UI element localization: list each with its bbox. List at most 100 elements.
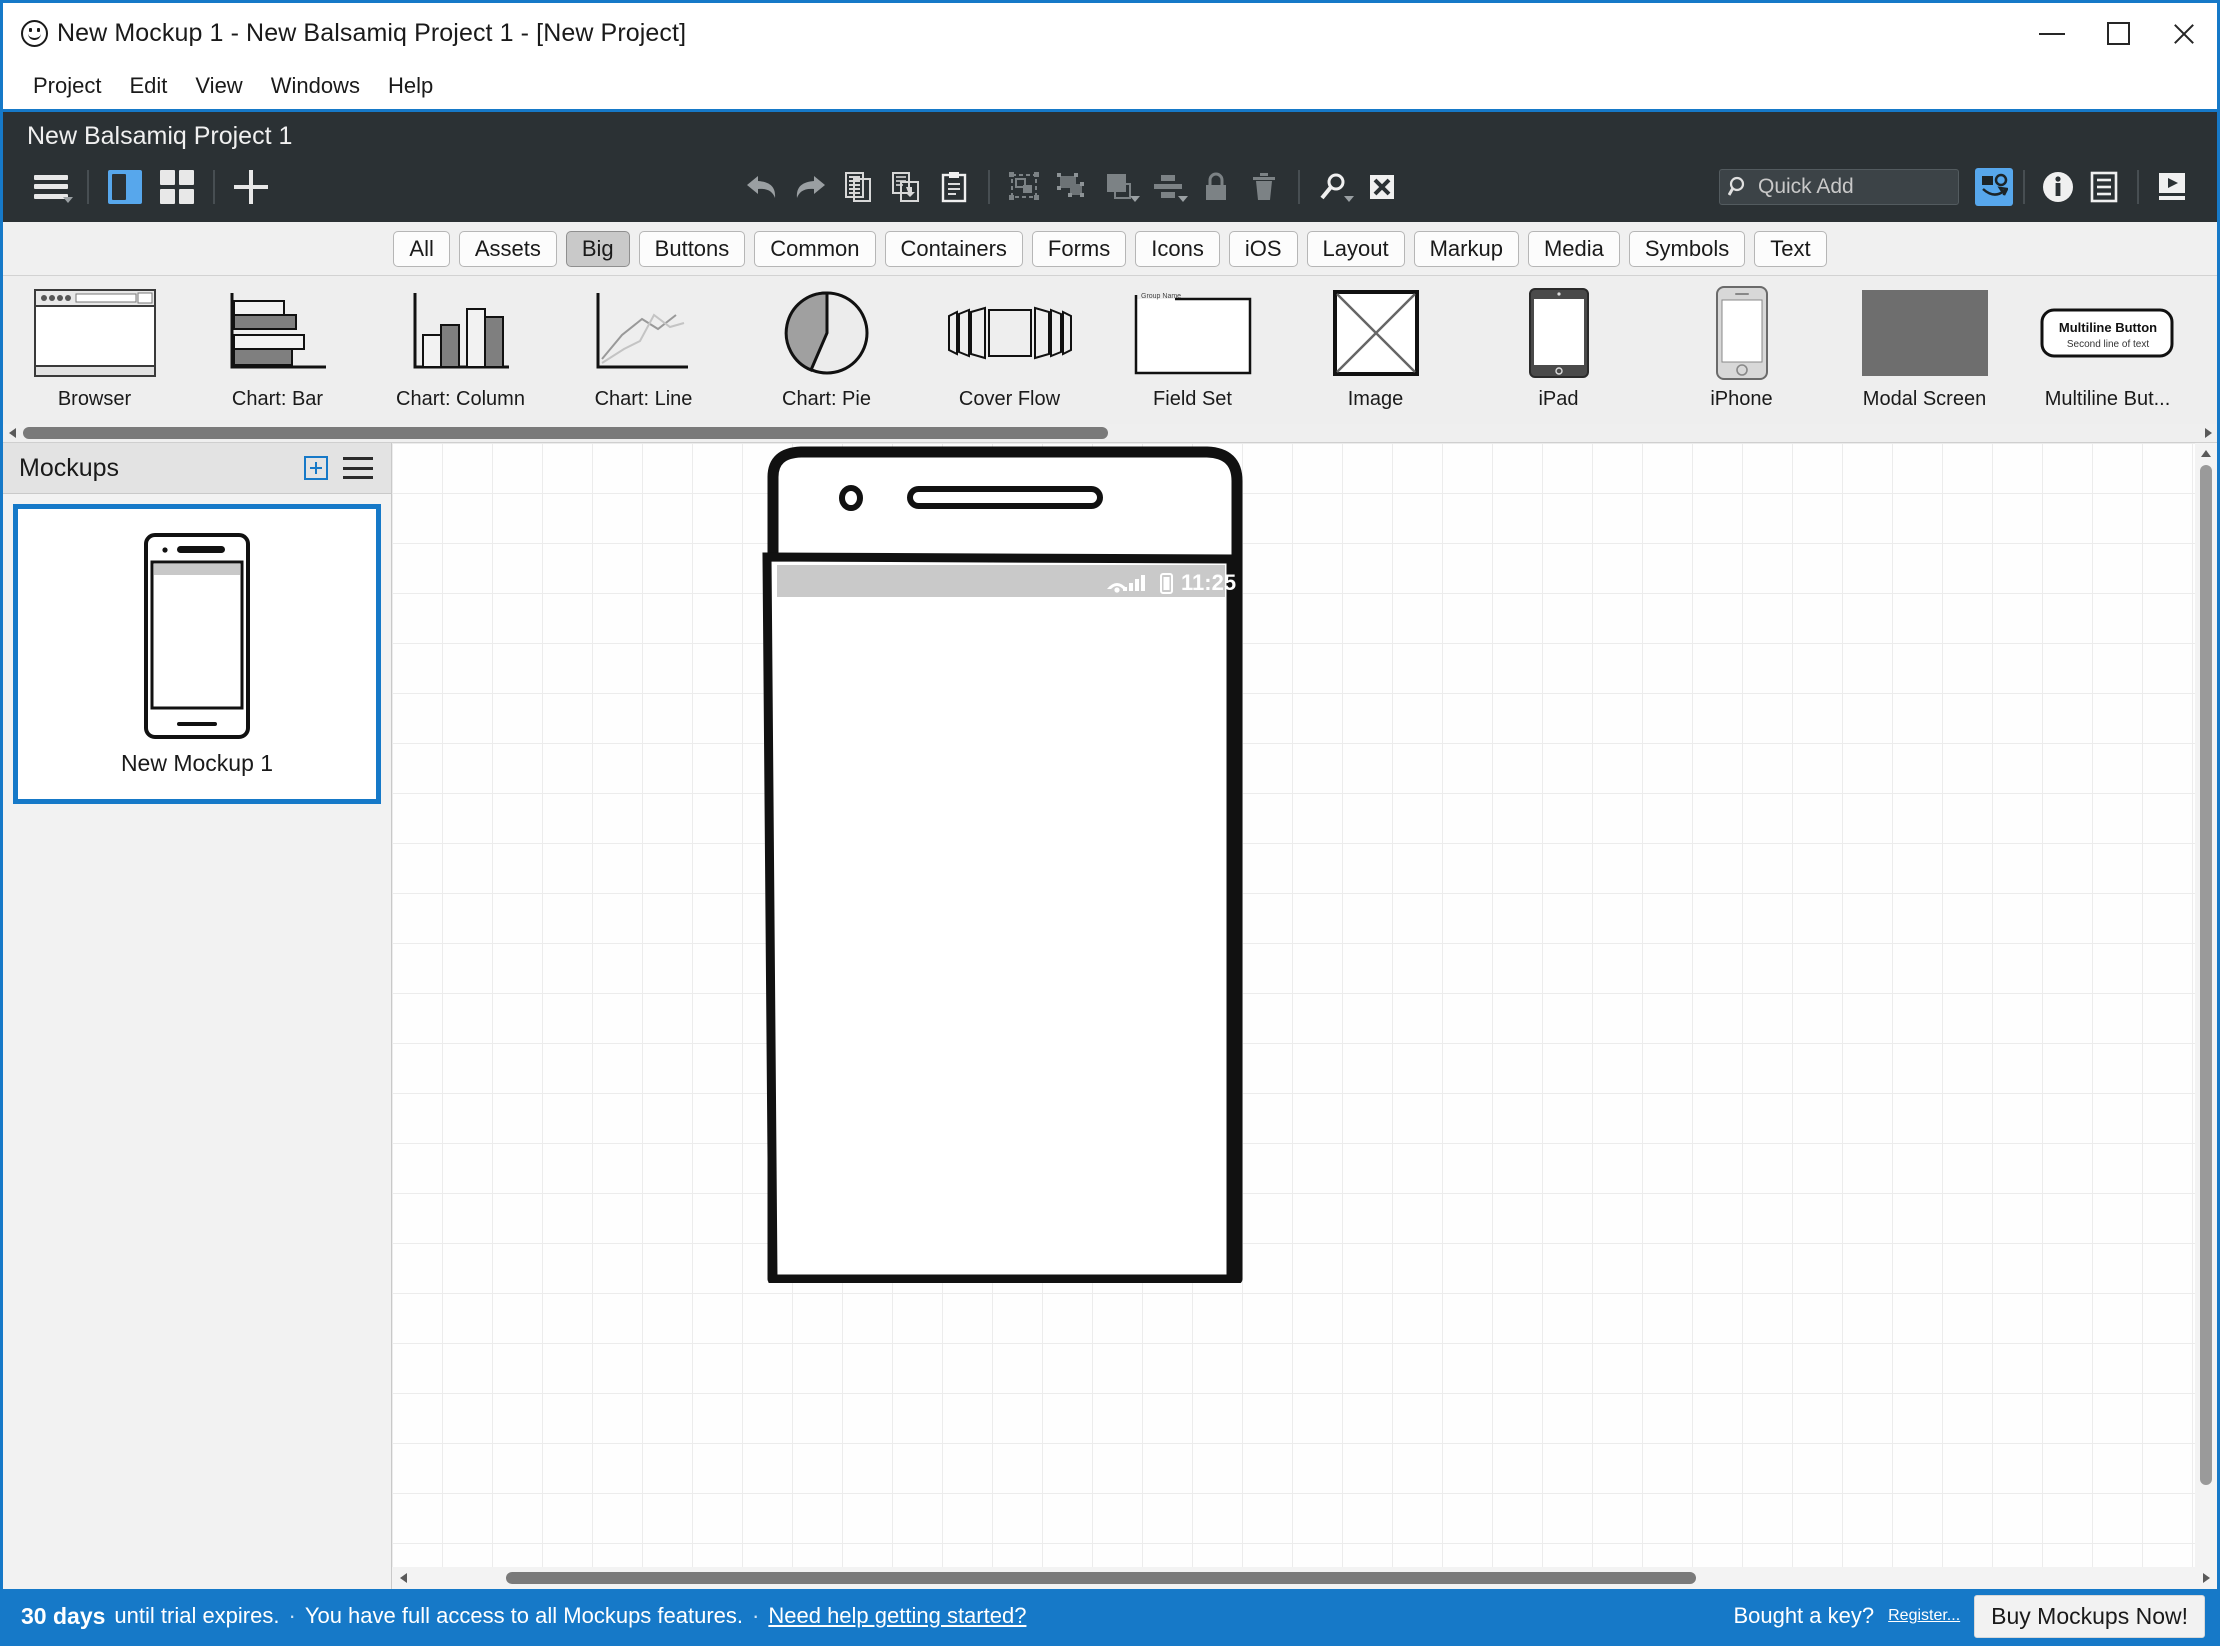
palette-label: Chart: Bar bbox=[231, 388, 324, 410]
canvas-scroll-left-arrow[interactable] bbox=[392, 1567, 414, 1589]
panel-toggle-icon[interactable] bbox=[99, 163, 151, 211]
palette-label: Chart: Line bbox=[594, 388, 693, 410]
main-toolbar: New Balsamiq Project 1 bbox=[3, 109, 2217, 222]
pie-chart-widget-icon bbox=[757, 284, 897, 382]
menu-item-windows[interactable]: Windows bbox=[257, 69, 374, 103]
palette-scroll-thumb[interactable] bbox=[23, 427, 1108, 439]
maximize-icon bbox=[2106, 22, 2130, 45]
menu-item-view[interactable]: View bbox=[181, 69, 256, 103]
menu-item-edit[interactable]: Edit bbox=[115, 69, 181, 103]
grid-view-icon[interactable] bbox=[151, 163, 203, 211]
buy-mockups-button[interactable]: Buy Mockups Now! bbox=[1974, 1594, 2205, 1638]
palette-item-ipad[interactable]: iPad bbox=[1467, 284, 1650, 411]
tab-layout[interactable]: Layout bbox=[1306, 230, 1405, 267]
palette-item-chart-bar[interactable]: Chart: Bar bbox=[186, 284, 369, 411]
palette-item-browser[interactable]: Browser bbox=[3, 284, 186, 411]
tab-buttons[interactable]: Buttons bbox=[638, 230, 746, 267]
canvas-vertical-scrollbar[interactable] bbox=[2195, 443, 2217, 1567]
add-mockup-icon[interactable] bbox=[299, 451, 333, 485]
toolbar-divider bbox=[87, 169, 89, 204]
maximize-button[interactable] bbox=[2085, 3, 2151, 64]
mockup-list-menu-icon[interactable] bbox=[341, 451, 375, 485]
palette-item-multiline-button[interactable]: Multiline Button Second line of text Mul… bbox=[2016, 284, 2199, 411]
widget-palette: Browser Chart: Bar Chart: Column Chart: … bbox=[3, 276, 2217, 443]
palette-item-image[interactable]: Image bbox=[1284, 284, 1467, 411]
layer-order-icon[interactable] bbox=[1096, 164, 1144, 210]
tab-symbols[interactable]: Symbols bbox=[1628, 230, 1746, 267]
palette-item-chart-line[interactable]: Chart: Line bbox=[552, 284, 735, 411]
quick-add-container[interactable] bbox=[1719, 168, 1959, 205]
tab-common[interactable]: Common bbox=[754, 230, 876, 267]
canvas-hscroll-thumb[interactable] bbox=[506, 1572, 1696, 1584]
palette-item-modal-screen[interactable]: Modal Screen bbox=[1833, 284, 2016, 411]
group-icon[interactable] bbox=[1000, 164, 1048, 210]
palette-item-chart-pie[interactable]: Chart: Pie bbox=[735, 284, 918, 411]
tab-icons[interactable]: Icons bbox=[1135, 230, 1220, 267]
trial-access-text: You have full access to all Mockups feat… bbox=[304, 1603, 744, 1628]
tab-forms[interactable]: Forms bbox=[1031, 230, 1127, 267]
trial-until-text: until trial expires. bbox=[114, 1603, 280, 1628]
canvas-scroll-right-arrow[interactable] bbox=[2195, 1567, 2217, 1589]
add-new-icon[interactable] bbox=[225, 163, 277, 211]
get-started-link[interactable]: Need help getting started? bbox=[768, 1603, 1026, 1629]
copy-icon[interactable] bbox=[834, 164, 882, 210]
delete-trash-icon[interactable] bbox=[1240, 164, 1288, 210]
toolbar-center-group bbox=[738, 164, 1406, 210]
tab-ios[interactable]: iOS bbox=[1228, 230, 1298, 267]
tab-media[interactable]: Media bbox=[1527, 230, 1620, 267]
info-icon[interactable] bbox=[2035, 165, 2081, 209]
redo-icon[interactable] bbox=[786, 164, 834, 210]
column-chart-widget-icon bbox=[391, 284, 531, 382]
palette-scroll-right-arrow[interactable] bbox=[2199, 424, 2217, 442]
tab-assets[interactable]: Assets bbox=[458, 230, 557, 267]
lock-icon[interactable] bbox=[1192, 164, 1240, 210]
palette-label: Image bbox=[1347, 388, 1404, 410]
menu-item-help[interactable]: Help bbox=[374, 69, 447, 103]
toolbar-left-group bbox=[3, 163, 277, 211]
close-button[interactable] bbox=[2151, 3, 2217, 64]
search-icon bbox=[1728, 176, 1745, 196]
palette-item-field-set[interactable]: Group Name Field Set bbox=[1101, 284, 1284, 411]
register-link[interactable]: Register... bbox=[1888, 1607, 1960, 1625]
android-phone-mockup[interactable]: 11:25 bbox=[755, 443, 1255, 1285]
ipad-widget-icon bbox=[1489, 284, 1629, 382]
chevron-down-icon bbox=[1130, 195, 1140, 202]
menu-hamburger-icon[interactable] bbox=[25, 163, 77, 211]
palette-label: Chart: Pie bbox=[782, 388, 871, 410]
canvas-vscroll-thumb[interactable] bbox=[2200, 465, 2212, 1485]
trial-status-bar: 30 days until trial expires. · You have … bbox=[3, 1589, 2217, 1643]
android-phone-thumb-icon bbox=[144, 532, 250, 739]
ungroup-icon[interactable] bbox=[1048, 164, 1096, 210]
canvas-horizontal-scrollbar[interactable] bbox=[392, 1567, 2217, 1589]
palette-item-cover-flow[interactable]: Cover Flow bbox=[918, 284, 1101, 411]
palette-item-iphone[interactable]: iPhone bbox=[1650, 284, 1833, 411]
palette-item-chart-column[interactable]: Chart: Column bbox=[369, 284, 552, 411]
quick-add-input[interactable] bbox=[1758, 174, 1950, 199]
canvas-grid[interactable]: 11:25 bbox=[392, 443, 2195, 1567]
ui-library-icon[interactable] bbox=[1975, 167, 2013, 206]
align-icon[interactable] bbox=[1144, 164, 1192, 210]
tab-markup[interactable]: Markup bbox=[1413, 230, 1519, 267]
menu-item-project[interactable]: Project bbox=[19, 69, 115, 103]
paste-icon[interactable] bbox=[930, 164, 978, 210]
notes-icon[interactable] bbox=[2081, 165, 2127, 209]
tab-big[interactable]: Big bbox=[565, 230, 630, 267]
palette-label: Chart: Column bbox=[396, 388, 525, 410]
tab-all[interactable]: All bbox=[393, 230, 450, 267]
canvas-scroll-up-arrow[interactable] bbox=[2195, 443, 2217, 463]
undo-icon[interactable] bbox=[738, 164, 786, 210]
presentation-play-icon[interactable] bbox=[2149, 165, 2195, 209]
toolbar-right-group bbox=[1719, 165, 2195, 209]
chevron-down-icon bbox=[1178, 195, 1188, 202]
zoom-icon[interactable] bbox=[1310, 164, 1358, 210]
tab-containers[interactable]: Containers bbox=[884, 230, 1023, 267]
palette-scroll-left-arrow[interactable] bbox=[3, 424, 21, 442]
palette-horizontal-scrollbar[interactable] bbox=[3, 424, 2217, 442]
canvas-area[interactable]: 11:25 bbox=[392, 443, 2217, 1589]
mockup-thumbnail-card[interactable]: New Mockup 1 bbox=[13, 504, 381, 804]
tab-text[interactable]: Text bbox=[1754, 230, 1827, 267]
mockup-thumbnail-inner: New Mockup 1 bbox=[18, 509, 376, 799]
duplicate-icon[interactable] bbox=[882, 164, 930, 210]
full-screen-icon[interactable] bbox=[1358, 164, 1406, 210]
minimize-button[interactable] bbox=[2019, 3, 2085, 64]
